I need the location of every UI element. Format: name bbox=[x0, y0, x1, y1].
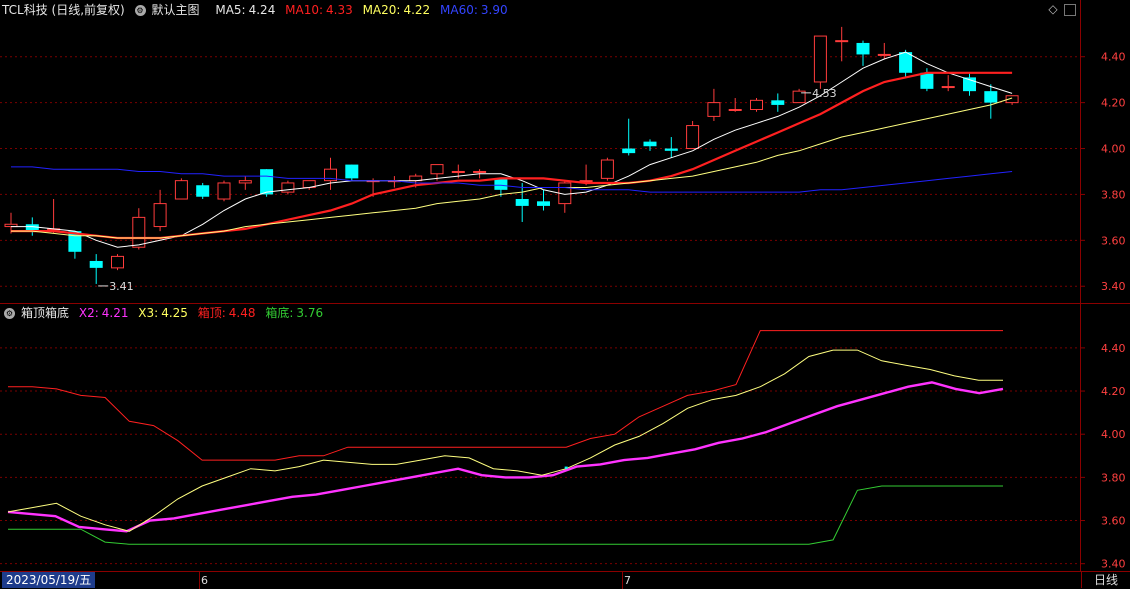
box-top-value: 4.48 bbox=[228, 306, 256, 320]
x3-legend: X3: 4.25 bbox=[138, 306, 188, 320]
candle-body bbox=[174, 180, 188, 200]
ma5-value: 4.24 bbox=[248, 3, 276, 17]
template-selector[interactable]: ⚙ 默认主图 bbox=[134, 3, 210, 17]
month-label: 6 bbox=[201, 574, 208, 587]
indicator-settings-icon[interactable]: ⚙ bbox=[4, 308, 15, 319]
box-bottom-label: 箱底: bbox=[265, 306, 294, 320]
indicator-tick-label: 3.40 bbox=[1101, 558, 1126, 571]
candle-body bbox=[813, 35, 827, 83]
indicator-tick-label: 4.20 bbox=[1101, 385, 1126, 398]
price-tick-label: 3.80 bbox=[1101, 188, 1126, 201]
ma20-value: 4.22 bbox=[403, 3, 431, 17]
candle-body bbox=[750, 99, 763, 111]
candle-body bbox=[856, 42, 870, 55]
price-tick-label: 4.00 bbox=[1101, 143, 1126, 156]
ma10-legend: MA10: 4.33 bbox=[285, 3, 353, 17]
ma5-label: MA5: bbox=[215, 3, 246, 17]
candle-body bbox=[920, 72, 934, 89]
x3-label: X3: bbox=[138, 306, 159, 320]
ma60-legend: MA60: 3.90 bbox=[440, 3, 508, 17]
box-top-legend: 箱顶: 4.48 bbox=[198, 306, 256, 320]
main-legend: TCL科技 (日线,前复权) ⚙ 默认主图 MA5: 4.24 MA10: 4.33 … bbox=[0, 0, 514, 20]
candle-body bbox=[345, 164, 359, 179]
candle-body bbox=[196, 185, 210, 197]
price-tick-label: 3.40 bbox=[1101, 280, 1126, 293]
candle-body bbox=[707, 102, 721, 117]
x3-value: 4.25 bbox=[161, 306, 188, 320]
candle-body bbox=[132, 216, 146, 248]
candle-body bbox=[89, 260, 103, 268]
candle-body bbox=[899, 52, 913, 73]
template-name[interactable]: 默认主图 bbox=[152, 3, 200, 17]
month-label: 7 bbox=[624, 574, 631, 587]
ma5-legend: MA5: 4.24 bbox=[215, 3, 275, 17]
price-tick-label: 3.60 bbox=[1101, 234, 1126, 247]
x2-label: X2: bbox=[78, 306, 99, 320]
indicator-tick-label: 4.00 bbox=[1101, 428, 1126, 441]
indicator-name[interactable]: 箱顶箱底 bbox=[21, 306, 69, 320]
candle-body bbox=[600, 159, 614, 179]
period-selector[interactable]: 日线 bbox=[1081, 572, 1130, 588]
ma20-label: MA20: bbox=[362, 3, 401, 17]
candle-body bbox=[111, 255, 124, 269]
candle-body bbox=[686, 125, 700, 150]
window-toggle-icon[interactable] bbox=[1064, 4, 1076, 16]
candle-body bbox=[877, 53, 891, 56]
price-tick-label: 4.40 bbox=[1101, 51, 1126, 64]
candle-body bbox=[473, 170, 487, 173]
indicator-tick-label: 3.60 bbox=[1101, 515, 1126, 528]
indicator-tick-label: 4.40 bbox=[1101, 342, 1126, 355]
indicator-legend: ⚙ 箱顶箱底 X2: 4.21 X3: 4.25 箱顶: 4.48 箱底: 3.76 bbox=[0, 303, 329, 323]
candle-body bbox=[728, 109, 742, 112]
price-annotation: 4.53 bbox=[812, 87, 837, 100]
candle-body bbox=[771, 100, 785, 105]
candle-body bbox=[537, 201, 550, 206]
candle-body bbox=[494, 178, 508, 190]
candle-body bbox=[430, 164, 444, 175]
candle-body bbox=[451, 170, 465, 173]
ma20-legend: MA20: 4.22 bbox=[363, 3, 431, 17]
candle-body bbox=[941, 86, 955, 89]
box-bottom-legend: 箱底: 3.76 bbox=[265, 306, 323, 320]
candle-body bbox=[515, 199, 529, 206]
candle-body bbox=[622, 148, 636, 154]
ma60-label: MA60: bbox=[440, 3, 478, 17]
ma60-value: 3.90 bbox=[480, 3, 508, 17]
x2-legend: X2: 4.21 bbox=[79, 306, 129, 320]
price-annotation: 3.41 bbox=[109, 280, 134, 293]
stock-title[interactable]: TCL科技 (日线,前复权) bbox=[2, 3, 125, 17]
ma10-value: 4.33 bbox=[326, 3, 353, 17]
candle-body bbox=[835, 40, 849, 43]
x2-value: 4.21 bbox=[101, 306, 129, 320]
indicator-tick-label: 3.80 bbox=[1101, 471, 1126, 484]
price-tick-label: 4.20 bbox=[1101, 97, 1126, 110]
box-top-label: 箱顶: bbox=[197, 306, 226, 320]
chart-canvas[interactable]: 3.40 3.60 3.80 4.00 4.20 4.40 3.40 3.60 3.80 4.0… bbox=[0, 0, 1130, 589]
candle-body bbox=[643, 141, 657, 147]
candle-body bbox=[153, 203, 167, 228]
candle-body bbox=[984, 91, 998, 103]
diamond-icon[interactable]: ◇ bbox=[1046, 2, 1060, 16]
gear-icon[interactable]: ⚙ bbox=[134, 5, 146, 16]
date-cursor-label: 2023/05/19/五 bbox=[2, 572, 96, 588]
box-bottom-value: 3.76 bbox=[296, 306, 324, 320]
candle-body bbox=[238, 180, 252, 184]
candle-body bbox=[664, 148, 678, 151]
candle-body bbox=[217, 182, 231, 200]
candle-body bbox=[260, 169, 274, 195]
ma10-label: MA10: bbox=[285, 3, 324, 17]
